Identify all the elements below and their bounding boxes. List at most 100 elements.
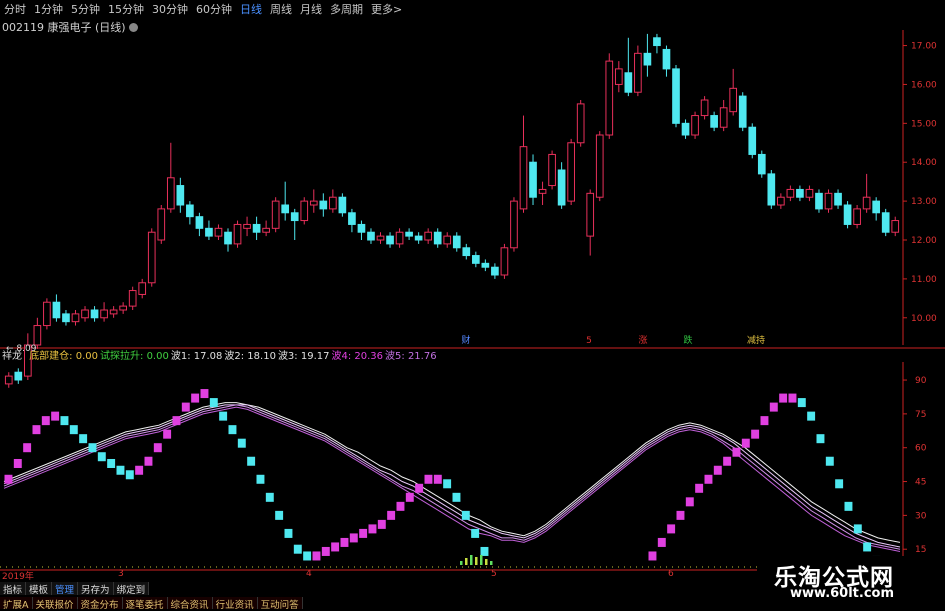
period-tab[interactable]: 更多> [367,1,406,17]
bottom-tab[interactable]: 综合资讯 [167,597,213,611]
indicator-bar [648,551,657,561]
candle-body [424,231,433,241]
indicator-bar [275,510,284,520]
period-tab[interactable]: 月线 [296,1,326,17]
candle-body [243,223,251,229]
candlestick-series: ← 8.09 [4,33,900,388]
bottom-tab[interactable]: 资金分布 [77,597,123,611]
candle-body [595,134,604,198]
indicator-tick-label: 75 [915,410,926,420]
date-label: 2019年 [2,572,34,582]
candle-body [614,68,623,85]
indicator-bar [424,474,433,484]
indicator-bar [704,474,713,484]
candle-body [376,235,385,241]
bottom-tab[interactable]: 行业资讯 [212,597,258,611]
bottom-tab[interactable]: 关联报价 [32,597,78,611]
indicator-bar [433,474,442,484]
candle-body [300,200,309,222]
chart-canvas[interactable]: 10.00 11.00 12.00 13.00 14.00 15.00 16.00 17.00… [0,0,945,609]
stock-title: 002119 康强电子 (日线) [2,19,138,35]
period-tab[interactable]: 5分钟 [67,1,104,17]
candle-body [205,227,213,237]
candle-body [157,208,166,241]
indicator-bar [209,398,218,408]
period-tab[interactable]: 日线 [236,1,266,17]
indicator-bar [247,456,256,466]
indicator-name[interactable]: 祥龙 [2,351,22,362]
price-tick-label: 12.00 [911,236,937,246]
indicator-bar [788,393,797,403]
candle-body [634,52,642,93]
indicator-value: 波2: 18.10 [224,351,276,362]
candle-body [367,231,375,241]
candle-body [510,200,518,249]
indicator-bar [228,425,237,435]
candle-body [348,212,356,225]
candle-body [81,309,89,319]
indicator-bar [312,551,321,561]
candle-body [891,220,900,233]
candle-body [100,309,108,319]
function-button[interactable]: 另存为 [78,582,114,596]
candle-body [109,309,118,315]
volume-spike [465,558,468,565]
candle-body [519,146,528,210]
candle-body [252,223,261,233]
period-tab[interactable]: 1分钟 [30,1,67,17]
indicator-bar [97,452,106,462]
candle-body [395,231,404,245]
event-markers: 财 5 涨 跌 减持 [461,334,765,346]
candle-body [586,192,595,237]
indicator-value: 波4: 20.36 [331,351,384,362]
period-tab[interactable]: 30分钟 [148,1,192,17]
indicator-bar [125,470,134,480]
indicator-bar [23,443,32,453]
period-tab[interactable]: 多周期 [326,1,367,17]
period-tab[interactable]: 周线 [266,1,296,17]
settings-icon[interactable] [128,23,138,32]
period-tab[interactable]: 分时 [0,1,30,17]
price-tick-label: 17.00 [911,42,937,52]
indicator-bar [732,447,741,457]
indicator-bar [807,411,816,421]
bottom-tab[interactable]: 逐笔委托 [122,597,168,611]
volume-spike [460,561,463,565]
indicator-bar [51,411,60,421]
candle-body [834,192,842,206]
indicator-tick-label: 45 [915,478,926,488]
indicator-bar [340,537,349,547]
indicator-bar [265,492,274,502]
candle-body [52,301,61,319]
indicator-bar [13,458,22,468]
candle-body [748,126,757,155]
indicator-bar [135,465,144,475]
wave-line [3,404,901,548]
period-tab[interactable]: 60分钟 [192,1,236,17]
volume-spike [470,555,473,565]
indicator-bar [219,411,228,421]
candle-body [262,227,270,233]
indicator-tick-label: 90 [915,376,927,386]
event-marker: 跌 [683,335,692,346]
function-button[interactable]: 绑定到 [113,582,150,596]
candle-body [186,204,194,218]
candle-body [672,68,680,124]
function-button[interactable]: 模板 [26,582,53,596]
volume-spike [475,557,478,565]
indicator-bar [387,510,396,520]
watermark-url: www.60lt.com [790,586,895,601]
period-tab[interactable]: 15分钟 [104,1,148,17]
function-button[interactable]: 指标 [0,582,27,596]
function-button[interactable]: 管理 [52,582,79,596]
bottom-tab[interactable]: 扩展A [0,597,33,611]
candle-body [443,235,452,245]
candle-body [719,107,728,128]
bottom-tab[interactable]: 互动问答 [257,597,303,611]
date-label: 5 [491,569,497,579]
period-toolbar: 分时 1分钟 5分钟 15分钟 30分钟 60分钟 日线 周线 月线 多周期 更多> [0,0,945,17]
candle-body [481,262,490,268]
indicator-bar [471,528,480,538]
candle-body [843,204,852,225]
bottom-tabs: 扩展A 关联报价 资金分布 逐笔委托 综合资讯 行业资讯 互动问答 [0,597,303,611]
